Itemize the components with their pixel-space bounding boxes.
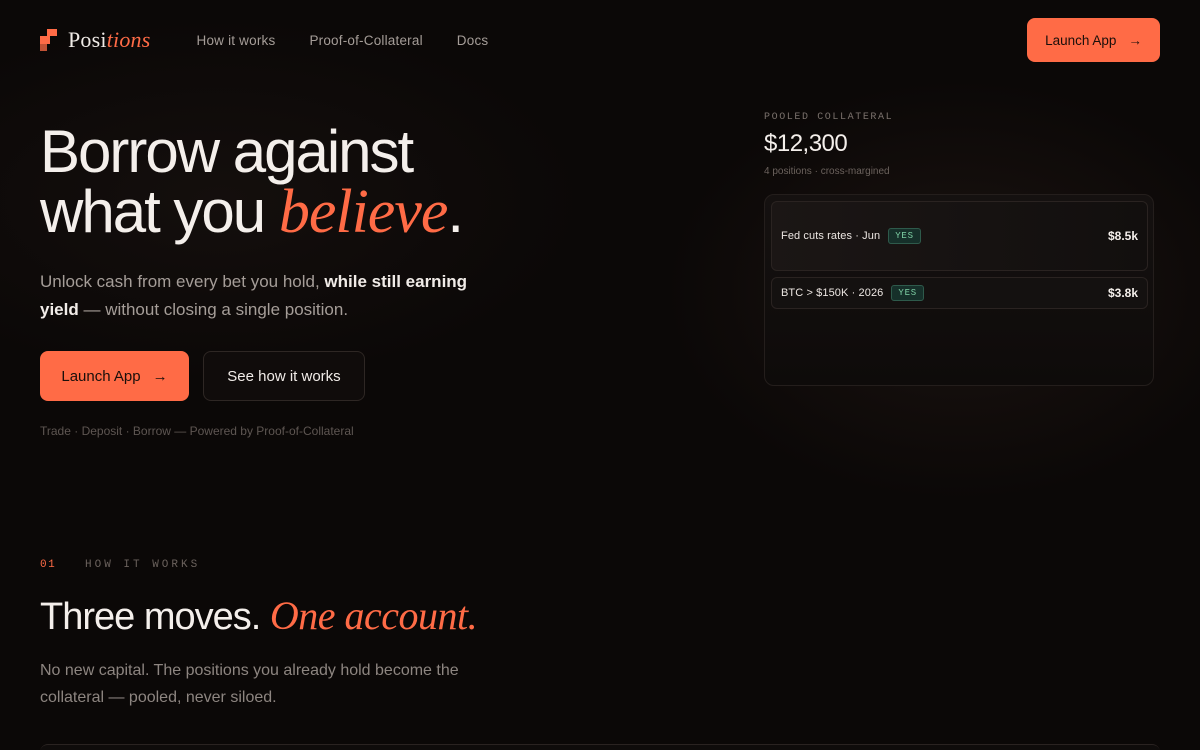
nav-link-docs[interactable]: Docs — [457, 33, 489, 48]
arrow-right-icon: → — [152, 367, 168, 385]
nav-launch-app-label: Launch App — [1045, 32, 1117, 48]
nav-launch-app-button[interactable]: Launch App → — [1027, 18, 1160, 62]
logo-mark-icon — [40, 29, 58, 51]
position-name: Fed cuts rates · Jun — [781, 230, 881, 242]
hero-title-italic: believe — [278, 178, 449, 246]
next-section-card-edge — [40, 744, 1160, 750]
position-name: BTC > $150K · 2026 — [781, 287, 884, 299]
position-outcome-badge: YES — [888, 228, 921, 244]
nav-link-how-it-works[interactable]: How it works — [197, 33, 276, 48]
section-number: 01 — [40, 559, 57, 571]
position-row[interactable]: BTC > $150K · 2026 YES $3.8k — [771, 277, 1148, 309]
hero-title-suffix: . — [447, 178, 464, 245]
position-amount: $3.8k — [1107, 286, 1138, 300]
brand-name: Positions — [68, 27, 151, 52]
position-outcome-badge: YES — [891, 285, 924, 301]
hero-launch-app-button[interactable]: Launch App → — [40, 351, 189, 401]
section-title-italic: One account. — [269, 593, 478, 638]
hero-title-line2-prefix: what you — [40, 178, 279, 245]
arrow-right-icon: → — [1128, 32, 1142, 48]
brand-logo[interactable]: Positions — [40, 27, 151, 53]
pooled-collateral-value: $12,300 — [764, 130, 848, 157]
see-how-it-works-button[interactable]: See how it works — [203, 351, 365, 401]
section-label: HOW IT WORKS — [85, 559, 201, 571]
pooled-collateral-meta: 4 positions · cross-margined — [764, 166, 890, 177]
nav-link-proof-of-collateral[interactable]: Proof-of-Collateral — [309, 33, 422, 48]
section-title: Three moves. One account. — [40, 593, 478, 639]
top-nav: Positions How it works Proof-of-Collater… — [40, 18, 1160, 62]
hero-footnote: Trade · Deposit · Borrow — Powered by Pr… — [40, 424, 354, 438]
section-subtitle: No new capital. The positions you alread… — [40, 662, 459, 706]
position-row[interactable]: Fed cuts rates · Jun YES $8.5k — [771, 201, 1148, 271]
position-amount: $8.5k — [1107, 229, 1138, 243]
hero-launch-app-label: Launch App — [61, 367, 141, 385]
hero-title: Borrow against what you believe. — [40, 122, 464, 245]
hero-subtitle: Unlock cash from every bet you hold, whi… — [40, 272, 468, 319]
pooled-collateral-label: POOLED COLLATERAL — [764, 112, 894, 123]
nav-links: How it works Proof-of-Collateral Docs — [197, 33, 489, 48]
hero-title-line1: Borrow against — [40, 118, 414, 185]
positions-card: Fed cuts rates · Jun YES $8.5k BTC > $15… — [764, 194, 1154, 386]
